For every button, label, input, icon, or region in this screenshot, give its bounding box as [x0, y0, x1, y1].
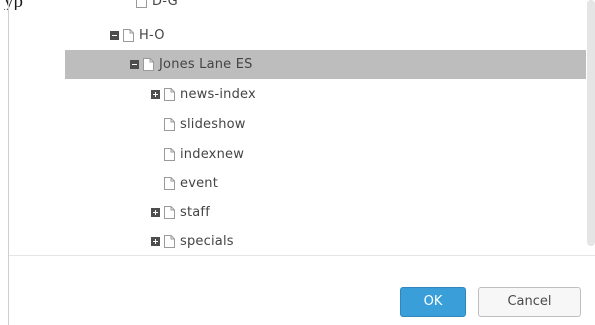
tree-node-specials[interactable]: specials: [9, 227, 579, 255]
page-icon: [164, 88, 175, 101]
tree-node-label: specials: [180, 234, 234, 249]
ok-button[interactable]: OK: [400, 287, 466, 317]
tree-node-h-o[interactable]: H-O: [9, 21, 579, 50]
page-tree: D-G H-O Jones Lane ES news-index slidesh…: [9, 0, 595, 255]
tree-node-jones-lane-es[interactable]: Jones Lane ES: [65, 50, 586, 79]
tree-node-staff[interactable]: staff: [9, 198, 579, 227]
expand-icon[interactable]: [151, 237, 160, 246]
tree-node-label: staff: [180, 205, 210, 220]
tree-node-label: event: [180, 176, 219, 191]
page-icon: [164, 148, 175, 161]
tree-node-label: D-G: [152, 0, 178, 9]
tree-scrollbar[interactable]: [587, 0, 595, 246]
tree-node-event[interactable]: event: [9, 169, 579, 198]
tree-node-news-index[interactable]: news-index: [9, 80, 579, 109]
tree-node-label: news-index: [180, 87, 256, 102]
expand-icon[interactable]: [151, 90, 160, 99]
tree-node-slideshow[interactable]: slideshow: [9, 110, 579, 139]
collapse-icon[interactable]: [110, 31, 119, 40]
tree-node-indexnew[interactable]: indexnew: [9, 140, 579, 169]
tree-node-label: indexnew: [180, 147, 245, 162]
cancel-button[interactable]: Cancel: [478, 287, 581, 317]
page-icon: [123, 29, 134, 42]
tree-node-d-g[interactable]: D-G: [9, 0, 579, 16]
collapse-icon[interactable]: [130, 60, 139, 69]
tree-scrollbar-thumb[interactable]: [587, 0, 595, 246]
footer-divider: [9, 255, 595, 256]
page-icon: [164, 177, 175, 190]
tree-node-label: Jones Lane ES: [159, 57, 253, 72]
expand-icon[interactable]: [151, 208, 160, 217]
page-icon: [164, 118, 175, 131]
page-icon: [164, 235, 175, 248]
tree-node-label: slideshow: [180, 117, 246, 132]
page-icon: [136, 0, 147, 8]
page-picker-dialog: yp D-G H-O: [0, 0, 595, 325]
tree-node-label: H-O: [139, 28, 165, 43]
page-icon: [143, 58, 154, 71]
page-icon: [164, 206, 175, 219]
